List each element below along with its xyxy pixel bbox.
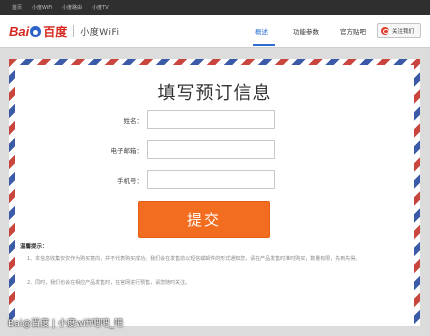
topbar-tab-wifi[interactable]: 小度WiFi [32, 4, 52, 11]
name-label: 姓名： [123, 117, 144, 125]
topbar-tab-router[interactable]: 小度路由 [62, 4, 82, 11]
baidu-logo[interactable]: Bai 百度 小度WiFi [9, 23, 119, 39]
watermark-text: Bai@百度 | 小度wifi吧吧_吧 [8, 319, 123, 329]
site-header: Bai 百度 小度WiFi 概述 功能参数 官方贴吧 [0, 15, 430, 48]
logo-divider [73, 25, 75, 37]
topbar-tab-tv[interactable]: 小度TV [92, 4, 108, 11]
email-label: 电子邮箱： [110, 147, 144, 155]
weibo-icon [381, 26, 389, 35]
name-input[interactable] [147, 110, 275, 129]
paw-icon [30, 25, 42, 37]
topbar-tab-home[interactable]: 首页 [12, 4, 22, 11]
airmail-envelope-frame: 填写预订信息 姓名： 电子邮箱： 手机号： 提交 温馨提示： 1、本信息收集仅仅… [9, 59, 420, 326]
phone-label: 手机号： [117, 177, 143, 185]
email-input[interactable] [147, 140, 275, 159]
logo-text-cn: 百度 [43, 24, 68, 39]
nav-forum[interactable]: 官方贴吧 [340, 26, 366, 36]
reservation-form: 填写预订信息 姓名： 电子邮箱： 手机号： 提交 温馨提示： 1、本信息收集仅仅… [15, 65, 414, 326]
tip-item-2: 2、同时，我们也会在相应产品发售时，在官网进行预售，请您随时关注。 [27, 280, 191, 286]
tips-title: 温馨提示： [20, 244, 48, 250]
phone-input[interactable] [147, 170, 275, 189]
form-title: 填写预订信息 [157, 83, 272, 104]
tip-item-1: 1、本信息收集仅仅作为购买意向，并不代表购买成功。我们会在发售前以短信或邮件的形… [27, 256, 361, 262]
product-name: 小度WiFi [80, 27, 120, 38]
follow-us-label: 关注我们 [392, 28, 415, 35]
submit-button[interactable]: 提交 [138, 201, 270, 238]
logo-text-bai: Bai [9, 23, 30, 39]
nav-specs[interactable]: 功能参数 [293, 26, 319, 36]
nav-overview[interactable]: 概述 [255, 26, 268, 36]
active-nav-indicator [253, 44, 275, 46]
top-navigation-bar: 首页 小度WiFi 小度路由 小度TV [0, 0, 430, 15]
follow-us-button[interactable]: 关注我们 [377, 23, 421, 38]
